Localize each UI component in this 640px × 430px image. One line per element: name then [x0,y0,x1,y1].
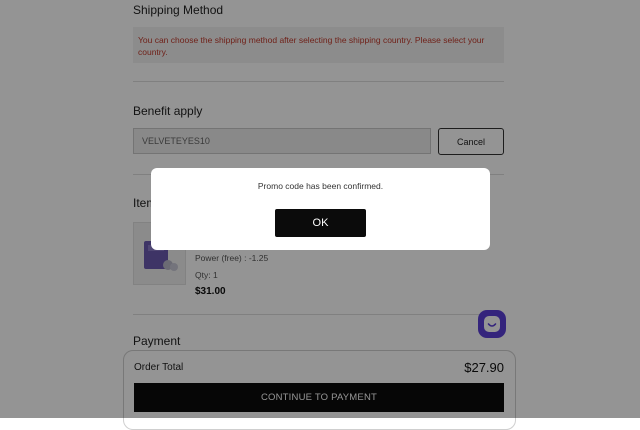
promo-confirm-dialog: Promo code has been confirmed. OK [151,168,490,250]
ok-button[interactable]: OK [275,209,366,237]
dialog-message: Promo code has been confirmed. [257,181,384,191]
